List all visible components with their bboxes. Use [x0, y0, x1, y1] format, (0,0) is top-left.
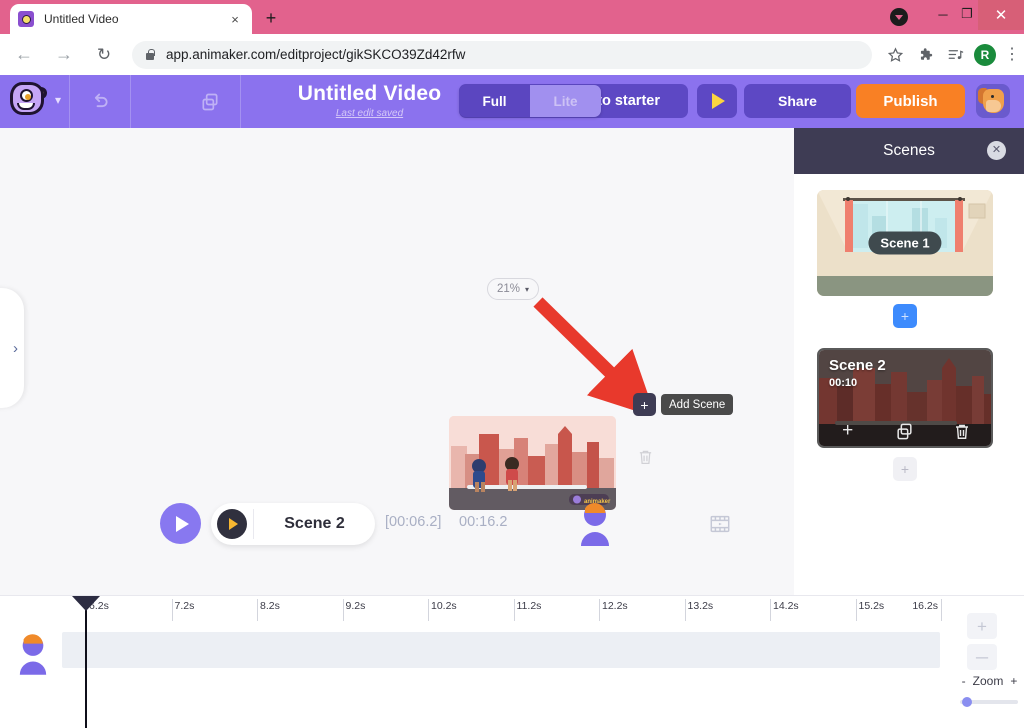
filmstrip-icon[interactable]: [709, 513, 731, 535]
playhead-line: [85, 596, 87, 728]
zoom-plus-sign: +: [1010, 674, 1018, 688]
reload-icon[interactable]: ↻: [88, 39, 120, 71]
timeline-track[interactable]: [62, 632, 940, 668]
delete-scene-icon[interactable]: [637, 447, 654, 467]
timeline-panel: 6.2s 7.2s 8.2s 9.2s 10.2s 11.2s 12.2s 13.2s 14.2…: [0, 595, 1024, 728]
avatar-snout-shape: [986, 100, 1001, 112]
profile-avatar[interactable]: R: [974, 43, 996, 66]
browser-tab[interactable]: Untitled Video ×: [10, 4, 252, 34]
download-badge-icon[interactable]: [890, 8, 908, 26]
scene-1-label: Scene 1: [868, 231, 942, 255]
forward-icon[interactable]: →: [48, 39, 80, 71]
current-scene-chip[interactable]: Scene 2: [211, 503, 375, 545]
play-button[interactable]: [160, 503, 201, 544]
canvas-scene-thumbnail[interactable]: animaker: [449, 416, 616, 510]
scene-2-actions: +: [819, 420, 991, 442]
project-title[interactable]: Untitled Video: [252, 82, 487, 106]
timeline-tick-label: 9.2s: [345, 600, 366, 612]
preview-play-button[interactable]: [697, 84, 737, 118]
address-bar[interactable]: app.animaker.com/editproject/gikSKCO39Zd…: [132, 40, 872, 69]
avatar-eye-shape: [991, 95, 994, 98]
scene-delete-icon[interactable]: [951, 420, 973, 442]
browser-menu-icon[interactable]: ⋮: [1000, 40, 1024, 70]
timeline-tick-label: 16.2s: [912, 600, 938, 612]
publish-button[interactable]: Publish: [856, 84, 965, 118]
canvas-zoom-value: 21%: [496, 283, 520, 295]
header-divider: [130, 75, 131, 128]
timeline-zoom-controls: + ─ - Zoom +: [955, 608, 1024, 723]
tab-title: Untitled Video: [44, 12, 119, 26]
current-time-label: [00:06.2]: [385, 514, 442, 530]
mode-toggle[interactable]: Full Lite: [459, 85, 601, 117]
window-close-button[interactable]: ✕: [978, 0, 1024, 30]
header-divider: [69, 75, 70, 128]
chevron-down-icon[interactable]: ▾: [51, 93, 65, 107]
animaker-logo[interactable]: [8, 80, 48, 120]
scene-thumbnail-2[interactable]: Scene 2 00:10 +: [817, 348, 993, 448]
mode-toggle-full[interactable]: Full: [459, 85, 530, 117]
scene-add-icon[interactable]: +: [837, 420, 859, 442]
timeline-tick-label: 12.2s: [602, 600, 628, 612]
header-divider: [240, 75, 241, 128]
add-scene-button[interactable]: +: [633, 393, 656, 416]
city-scene-artwork: animaker: [449, 416, 616, 510]
add-scene-tooltip: Add Scene: [661, 394, 734, 415]
scene-2-name: Scene 2: [829, 357, 886, 374]
playhead-handle[interactable]: [72, 596, 100, 611]
timeline-tick-label: 10.2s: [431, 600, 457, 612]
address-bar-url: app.animaker.com/editproject/gikSKCO39Zd…: [166, 47, 466, 62]
lock-icon: [144, 48, 156, 62]
extensions-puzzle-icon[interactable]: [910, 40, 940, 70]
timeline-tick-label: 15.2s: [858, 600, 885, 612]
timeline-tick-label: 14.2s: [773, 600, 799, 612]
undo-icon[interactable]: [83, 86, 117, 118]
zoom-label: Zoom: [972, 674, 1004, 688]
share-button[interactable]: Share: [744, 84, 851, 118]
media-playlist-icon[interactable]: [940, 40, 970, 70]
timeline-tick: [941, 599, 942, 621]
scene-2-duration: 00:10: [829, 377, 858, 389]
timeline-ruler[interactable]: 6.2s 7.2s 8.2s 9.2s 10.2s 11.2s 12.2s 13.2s 14.2…: [0, 596, 950, 624]
browser-titlebar: Untitled Video × + ─ ❐ ✕: [0, 0, 1024, 34]
insert-scene-button-2[interactable]: +: [893, 457, 917, 481]
new-tab-button[interactable]: +: [260, 7, 282, 29]
close-icon[interactable]: ✕: [987, 141, 1006, 160]
scenes-panel-header: Scenes ✕: [794, 128, 1024, 174]
timeline-zoom-out-button[interactable]: ─: [967, 644, 997, 670]
tab-close-icon[interactable]: ×: [226, 10, 244, 28]
insert-scene-button-1[interactable]: +: [893, 304, 917, 328]
back-icon[interactable]: ←: [8, 39, 40, 71]
user-avatar[interactable]: [976, 84, 1010, 118]
scene-duplicate-icon[interactable]: [894, 420, 916, 442]
timeline-tick-label: 11.2s: [516, 600, 542, 612]
track-character-icon[interactable]: [17, 633, 49, 675]
copy-icon[interactable]: [193, 86, 227, 118]
browser-toolbar: ← → ↻ app.animaker.com/editproject/gikSK…: [0, 34, 1024, 75]
current-scene-label: Scene 2: [284, 515, 345, 532]
logo-eye-shape: [20, 89, 33, 102]
save-status-label: Last edit saved: [335, 108, 404, 119]
scene-play-icon[interactable]: [217, 509, 247, 539]
timeline-tick-label: 8.2s: [260, 600, 280, 612]
chevron-right-icon: ›: [13, 339, 18, 357]
bookmark-star-icon[interactable]: [880, 40, 910, 70]
mode-toggle-lite[interactable]: Lite: [530, 85, 601, 117]
app-root: Untitled Video × + ─ ❐ ✕ ← → ↻ app.anima…: [0, 0, 1024, 728]
timeline-tick-label: 13.2s: [687, 600, 714, 612]
scene-thumbnail-1[interactable]: Scene 1: [817, 190, 993, 296]
zoom-slider[interactable]: [960, 697, 1018, 707]
zoom-slider-labels: - Zoom +: [955, 674, 1024, 688]
timeline-tick-label: 7.2s: [174, 600, 195, 612]
scenes-panel-title: Scenes: [883, 142, 935, 159]
tab-favicon-icon: [18, 11, 34, 27]
character-icon[interactable]: [578, 502, 612, 546]
chevron-down-icon: ▾: [525, 284, 530, 294]
zoom-minus-sign: -: [961, 674, 966, 688]
total-time-label: 00:16.2: [459, 514, 508, 530]
left-panel-expand-button[interactable]: ›: [0, 288, 24, 408]
zoom-slider-knob[interactable]: [962, 697, 972, 707]
timeline-zoom-in-button[interactable]: +: [967, 613, 997, 639]
